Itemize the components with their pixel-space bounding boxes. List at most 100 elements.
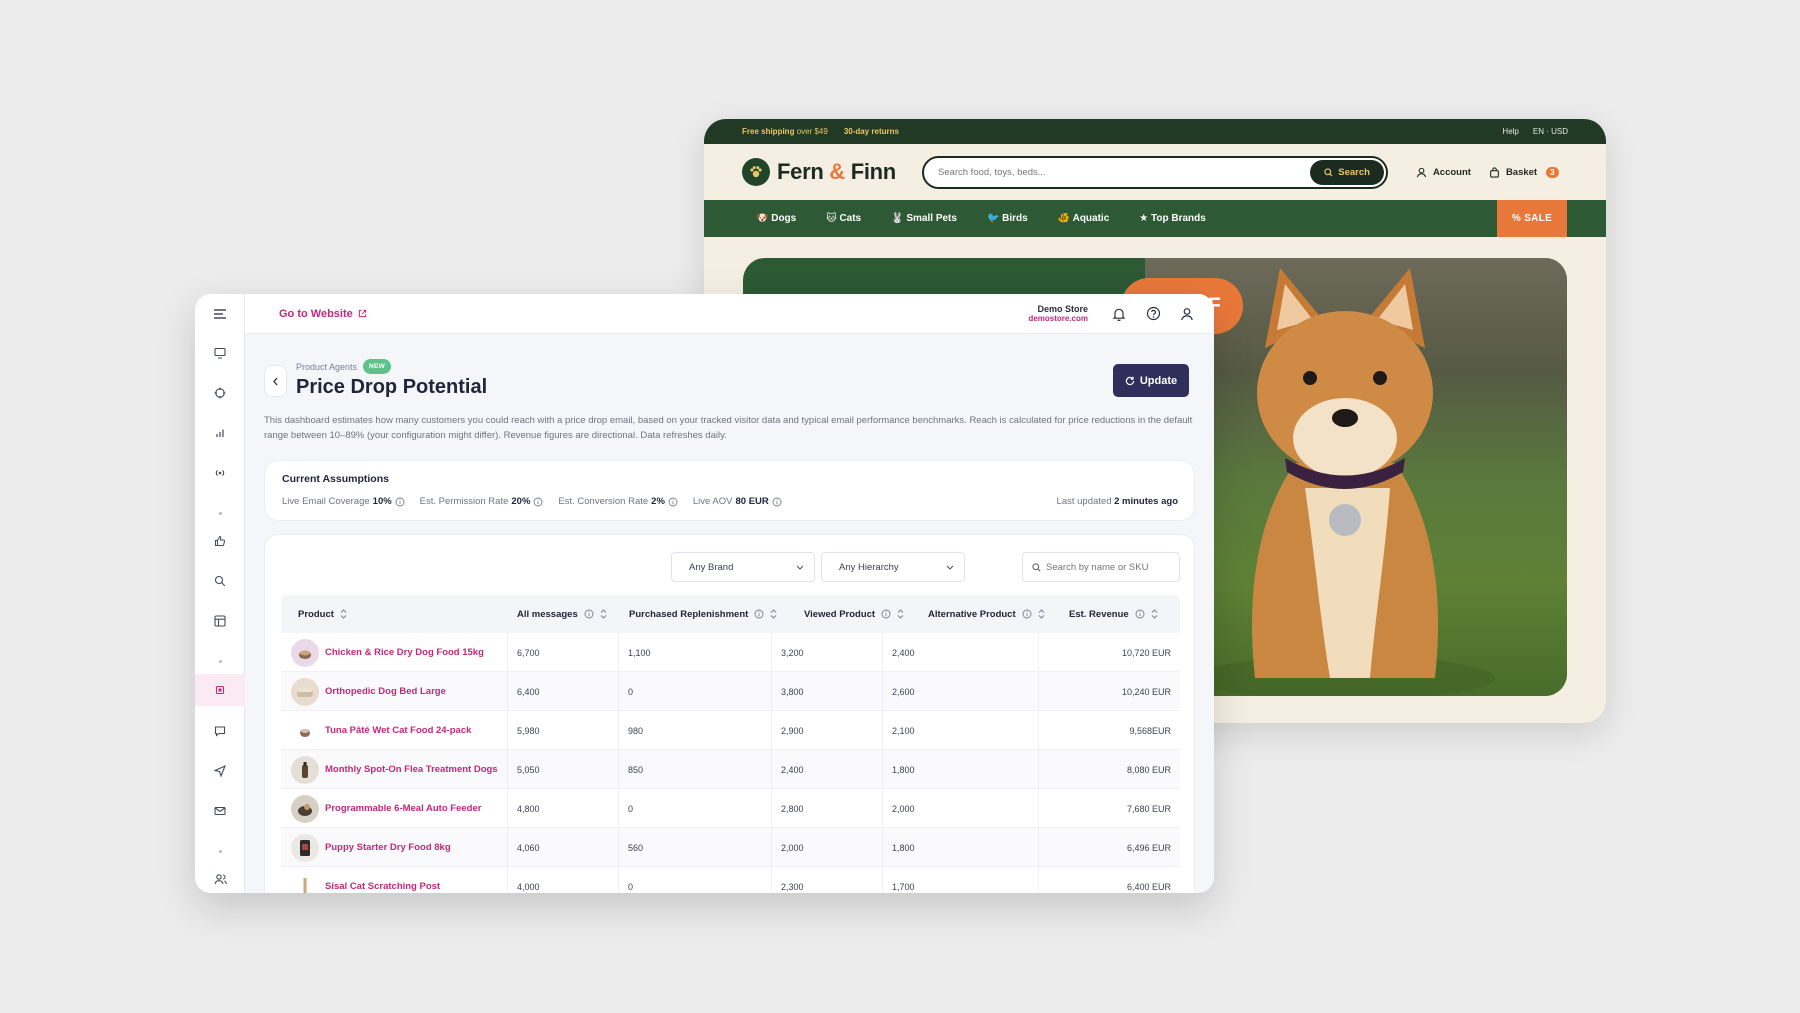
sidebar-separator-dot <box>195 512 245 515</box>
cell-all-messages: 6,400 <box>517 686 540 697</box>
account-link[interactable]: Account <box>1416 167 1471 178</box>
chip-icon[interactable] <box>195 674 245 706</box>
users-icon[interactable] <box>195 873 245 885</box>
nav-cats[interactable]: 🐱 Cats <box>826 213 861 224</box>
info-icon[interactable] <box>668 497 678 507</box>
product-thumbnail <box>291 833 319 862</box>
store-topbar: Free shipping over $49 30-day returns He… <box>704 119 1606 144</box>
search-icon <box>1032 562 1041 571</box>
search-icon[interactable] <box>195 575 245 587</box>
column-product[interactable]: Product <box>298 595 347 633</box>
nav-top-brands[interactable]: ★ Top Brands <box>1139 213 1206 224</box>
sidebar <box>195 294 245 893</box>
product-name-link[interactable]: Puppy Starter Dry Food 8kg <box>325 842 451 853</box>
store-logo[interactable]: Fern & Finn <box>742 158 896 186</box>
table-row[interactable]: Programmable 6-Meal Auto Feeder 4,800 0 … <box>281 789 1180 828</box>
chat-icon[interactable] <box>195 725 245 737</box>
table-row[interactable]: Tuna Pâté Wet Cat Food 24-pack 5,980 980… <box>281 711 1180 750</box>
returns-note: 30-day returns <box>843 127 899 136</box>
bar-chart-icon[interactable] <box>195 427 245 439</box>
cell-purchased-replenishment: 0 <box>628 686 634 697</box>
cell-purchased-replenishment: 0 <box>628 881 634 892</box>
cell-viewed-product: 2,400 <box>781 764 804 775</box>
basket-link[interactable]: Basket 3 <box>1489 166 1559 178</box>
column-alternative-product[interactable]: Alternative Product <box>928 595 1045 633</box>
cell-purchased-replenishment: 980 <box>628 725 644 736</box>
bell-icon[interactable] <box>1102 307 1136 321</box>
monitor-icon[interactable] <box>195 347 245 359</box>
info-icon[interactable] <box>533 497 543 507</box>
product-name-link[interactable]: Chicken & Rice Dry Dog Food 15kg <box>325 647 484 658</box>
free-shipping: Free shipping over $49 <box>742 127 828 136</box>
product-name-link[interactable]: Orthopedic Dog Bed Large <box>325 686 446 697</box>
logo-text: Fern & Finn <box>777 159 896 184</box>
column-divider <box>882 633 883 893</box>
user-icon[interactable] <box>1170 307 1204 321</box>
cell-all-messages: 4,060 <box>517 842 540 853</box>
nav-aquatic[interactable]: 🐠 Aquatic <box>1058 213 1110 224</box>
cell-viewed-product: 3,200 <box>781 647 804 658</box>
cell-purchased-replenishment: 0 <box>628 803 634 814</box>
sort-icon <box>770 609 777 619</box>
product-name-link[interactable]: Sisal Cat Scratching Post <box>325 881 440 892</box>
column-est-revenue[interactable]: Est. Revenue <box>1069 595 1158 633</box>
nav-sale[interactable]: % SALE <box>1497 200 1567 237</box>
product-thumbnail <box>291 638 319 667</box>
info-icon[interactable] <box>395 497 405 507</box>
target-icon[interactable] <box>195 387 245 399</box>
table-row[interactable]: Orthopedic Dog Bed Large 6,400 0 3,800 2… <box>281 672 1180 711</box>
product-name-link[interactable]: Programmable 6-Meal Auto Feeder <box>325 803 481 814</box>
breadcrumb-product-agents[interactable]: Product Agents <box>296 362 357 372</box>
sort-icon <box>1038 609 1044 619</box>
info-icon <box>1022 609 1032 619</box>
column-purchased-replenishment[interactable]: Purchased Replenishment <box>629 595 777 633</box>
brand-filter-select[interactable]: Any Brand <box>671 552 815 582</box>
update-button[interactable]: Update <box>1113 364 1189 397</box>
chevron-down-icon <box>796 565 804 570</box>
store-switcher[interactable]: Demo Store demostore.com <box>1028 304 1088 324</box>
mail-icon[interactable] <box>195 805 245 817</box>
nav-small-pets[interactable]: 🐰 Small Pets <box>891 213 957 224</box>
layout-icon[interactable] <box>195 615 245 627</box>
cell-alternative-product: 2,000 <box>892 803 915 814</box>
product-name-link[interactable]: Monthly Spot-On Flea Treatment Dogs <box>325 764 498 775</box>
product-name-link[interactable]: Tuna Pâté Wet Cat Food 24-pack <box>325 725 471 736</box>
cell-alternative-product: 1,800 <box>892 842 915 853</box>
column-divider <box>618 633 619 893</box>
menu-toggle-icon[interactable] <box>195 308 245 320</box>
cell-est-revenue: 10,720 EUR <box>1121 647 1171 658</box>
nav-birds[interactable]: 🐦 Birds <box>987 213 1028 224</box>
bag-icon <box>1490 166 1499 178</box>
table-row[interactable]: Puppy Starter Dry Food 8kg 4,060 560 2,0… <box>281 828 1180 867</box>
product-cell: Orthopedic Dog Bed Large <box>291 672 506 711</box>
cell-viewed-product: 2,800 <box>781 803 804 814</box>
go-to-website-link[interactable]: Go to Website <box>279 308 367 320</box>
table-row[interactable]: Sisal Cat Scratching Post 4,000 0 2,300 … <box>281 867 1180 893</box>
cell-all-messages: 6,700 <box>517 647 540 658</box>
help-icon[interactable] <box>1136 306 1170 321</box>
store-search-input[interactable] <box>937 166 1311 178</box>
info-icon[interactable] <box>772 497 782 507</box>
product-thumbnail <box>291 755 319 784</box>
broadcast-icon[interactable] <box>195 467 245 479</box>
back-button[interactable] <box>264 365 287 397</box>
store-search-button[interactable]: Search <box>1310 159 1384 185</box>
hierarchy-filter-select[interactable]: Any Hierarchy <box>821 552 965 582</box>
help-link[interactable]: Help <box>1502 127 1518 136</box>
product-search <box>1022 552 1180 582</box>
column-all-messages[interactable]: All messages <box>517 595 607 633</box>
chevron-left-icon <box>273 377 278 385</box>
product-thumbnail <box>291 872 319 893</box>
assumption-permission-rate: Est. Permission Rate 20% <box>420 496 544 507</box>
table-row[interactable]: Monthly Spot-On Flea Treatment Dogs 5,05… <box>281 750 1180 789</box>
table-row[interactable]: Chicken & Rice Dry Dog Food 15kg 6,700 1… <box>281 633 1180 672</box>
product-search-input[interactable] <box>1046 561 1176 573</box>
column-viewed-product[interactable]: Viewed Product <box>804 595 904 633</box>
thumbs-up-icon[interactable] <box>195 535 245 547</box>
search-icon <box>1324 167 1333 177</box>
product-cell: Puppy Starter Dry Food 8kg <box>291 828 506 867</box>
locale-switch[interactable]: EN · USD <box>1533 127 1568 136</box>
nav-dogs[interactable]: 🐶 Dogs <box>756 213 796 224</box>
page-title: Price Drop Potential <box>296 376 488 398</box>
send-icon[interactable] <box>195 765 245 777</box>
